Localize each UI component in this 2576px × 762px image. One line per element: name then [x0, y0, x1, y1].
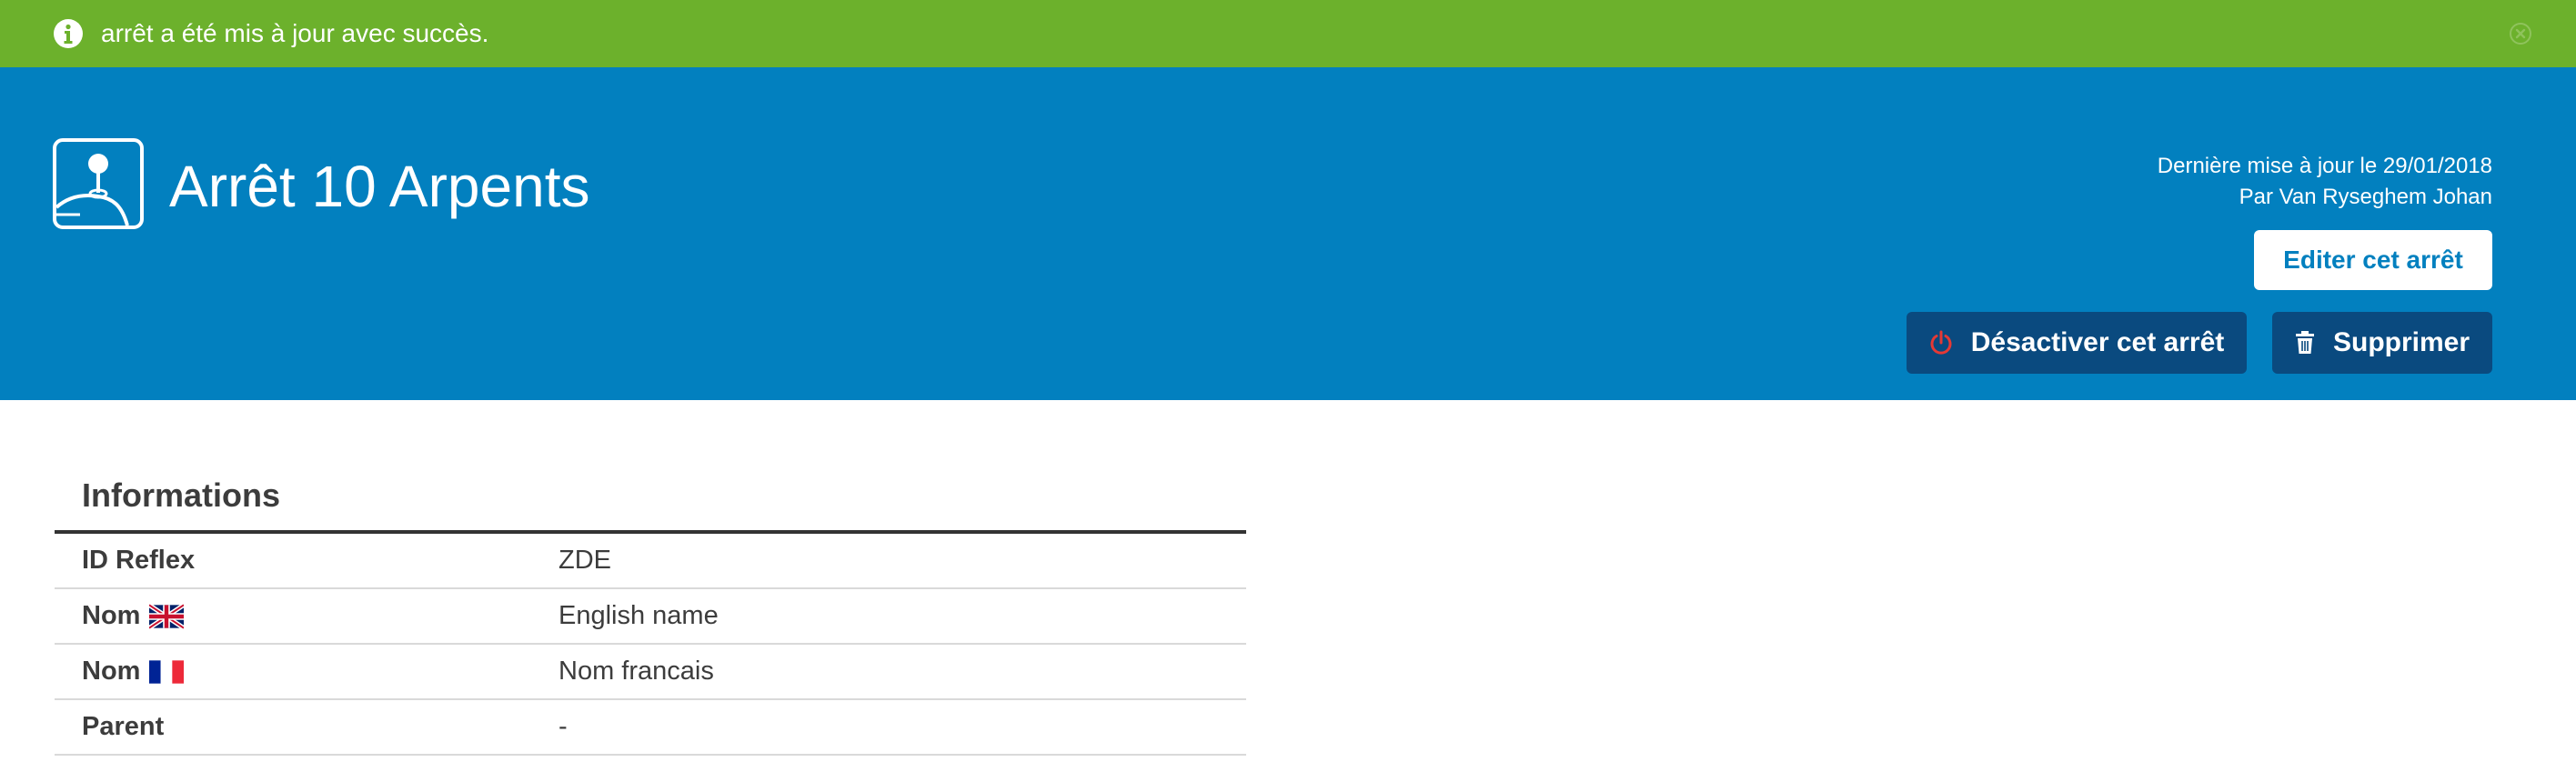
- update-meta: Dernière mise à jour le 29/01/2018 Par V…: [2158, 151, 2492, 213]
- row-label-text: Nom: [82, 601, 141, 630]
- last-update-text: Dernière mise à jour le 29/01/2018: [2157, 154, 2492, 178]
- row-value: Nom francais: [558, 657, 714, 686]
- stop-icon: [53, 138, 144, 229]
- flash-message: arrêt a été mis à jour avec succès.: [101, 19, 489, 47]
- close-circle-icon[interactable]: [2509, 22, 2532, 45]
- info-row-name-en: Nom English name: [55, 589, 1246, 645]
- trash-icon: [2295, 331, 2314, 354]
- row-label-text: ID Reflex: [82, 546, 196, 575]
- row-label: Nom: [82, 589, 185, 643]
- row-label: Parent: [82, 700, 164, 754]
- updated-by-text: Par Van Ryseghem Johan: [2239, 185, 2492, 209]
- row-label: ID Reflex: [82, 534, 195, 587]
- informations-title: Informations: [82, 476, 281, 514]
- row-label: Nom: [82, 645, 185, 698]
- info-row-name-fr: Nom Nom francais: [55, 645, 1246, 700]
- delete-stop-button[interactable]: Supprimer: [2272, 312, 2492, 374]
- row-label-text: Nom: [82, 657, 141, 686]
- deactivate-stop-button[interactable]: Désactiver cet arrêt: [1907, 312, 2247, 374]
- info-row-parent: Parent -: [55, 700, 1246, 756]
- deactivate-label: Désactiver cet arrêt: [1970, 327, 2225, 357]
- flash-notice: arrêt a été mis à jour avec succès.: [0, 0, 2576, 67]
- delete-label: Supprimer: [2332, 327, 2470, 357]
- power-icon: [1930, 330, 1952, 355]
- edit-stop-button[interactable]: Editer cet arrêt: [2254, 230, 2492, 290]
- info-circle-icon: [54, 19, 83, 48]
- fr-flag-icon: [149, 659, 185, 684]
- row-value: English name: [558, 601, 719, 630]
- row-value: ZDE: [558, 546, 611, 575]
- page-title: Arrêt 10 Arpents: [169, 154, 590, 219]
- row-label-text: Parent: [82, 712, 165, 741]
- row-value: -: [558, 712, 568, 741]
- stop-header: Arrêt 10 Arpents Dernière mise à jour le…: [0, 67, 2576, 400]
- uk-flag-icon: [149, 603, 185, 629]
- info-row-id-reflex: ID Reflex ZDE: [55, 534, 1246, 589]
